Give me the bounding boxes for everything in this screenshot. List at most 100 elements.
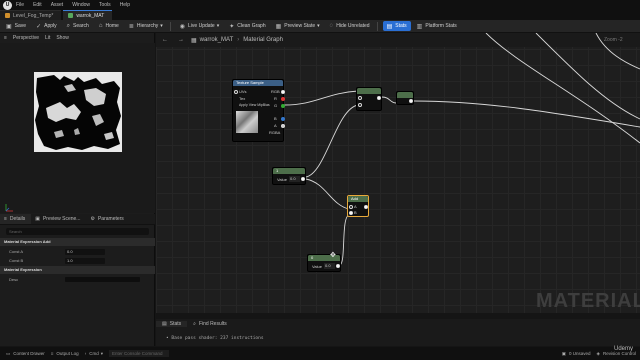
search-button[interactable]: ⌕ Search: [63, 21, 93, 31]
show-button[interactable]: Show: [56, 35, 69, 41]
hide-unrelated-button[interactable]: ◌ Hide Unrelated: [326, 21, 374, 31]
tab-details[interactable]: ≡ Details: [0, 214, 32, 224]
save-label: Save: [14, 23, 27, 29]
multiply-a-pin[interactable]: [358, 96, 362, 100]
section-material-expression-add[interactable]: Material Expression Add: [0, 238, 155, 246]
unreal-logo-icon[interactable]: U: [3, 0, 12, 10]
constant-1-output-pin[interactable]: [301, 177, 305, 181]
add-node[interactable]: Add A B: [347, 195, 369, 217]
a-pin-label: A: [274, 123, 277, 128]
rgb-pin-label: RGB: [271, 89, 280, 94]
perspective-button[interactable]: Perspective: [13, 35, 39, 41]
menu-file[interactable]: File: [16, 2, 24, 8]
constant-2-value-field[interactable]: 0.0: [324, 263, 335, 269]
add-output-pin[interactable]: [364, 205, 368, 209]
multiply-b-pin[interactable]: [358, 103, 362, 107]
hierarchy-button[interactable]: ≣ Hierarchy ▾: [125, 21, 167, 31]
live-update-icon: ◉: [179, 23, 186, 30]
hide-unrelated-label: Hide Unrelated: [336, 23, 370, 29]
multiply-output-pin[interactable]: [377, 96, 381, 100]
preview-viewport[interactable]: [0, 43, 155, 213]
tab-find-results[interactable]: ⌕ Find Results: [187, 321, 233, 327]
add-a-pin[interactable]: [349, 205, 353, 209]
tab-parameters[interactable]: ⚙ Parameters: [86, 214, 129, 224]
a-output-pin[interactable]: [281, 124, 285, 128]
wire-multiply-to-node: [381, 96, 397, 104]
rgb-output-pin[interactable]: [281, 90, 285, 94]
content-drawer-icon: ▭: [6, 350, 11, 356]
content-drawer-label: Content Drawer: [13, 351, 45, 356]
texture-sample-node[interactable]: Texture Sample UVs Tex Apply View MipBia…: [232, 79, 285, 142]
home-button[interactable]: ⌂ Home: [95, 21, 123, 31]
lit-button[interactable]: Lit: [45, 35, 50, 41]
menu-window[interactable]: Window: [72, 2, 90, 8]
const-b-field[interactable]: 1.0: [65, 257, 105, 264]
toolbar: ▣ Save ✓ Apply ⌕ Search ⌂ Home ≣ Hierarchy ▾ ◉…: [0, 20, 640, 33]
material-graph[interactable]: ← → ▦ warrok_MAT › Material Graph Zoom -…: [156, 33, 640, 313]
hierarchy-label: Hierarchy: [136, 23, 159, 29]
parameters-icon: ⚙: [90, 216, 95, 222]
cmd-button[interactable]: › Cmd ▾: [85, 351, 103, 357]
menu-asset[interactable]: Asset: [51, 2, 64, 8]
platform-stats-button[interactable]: ▥ Platform Stats: [413, 21, 461, 31]
tab-stats[interactable]: ▤ Stats: [156, 320, 188, 327]
tab-level[interactable]: Level_Fog_Temp*: [0, 10, 62, 20]
wire-layer: [283, 33, 640, 266]
details-search-input[interactable]: Search: [6, 228, 149, 235]
output-log-button[interactable]: ≡ Output Log: [51, 351, 79, 356]
const-a-label: Const A: [9, 249, 24, 254]
live-update-button[interactable]: ◉ Live Update ▾: [176, 21, 223, 31]
g-pin-label: G: [274, 103, 278, 108]
console-command-input[interactable]: Enter Console Command: [108, 350, 169, 357]
tab-preview-scene[interactable]: ▣ Preview Scene...: [31, 214, 86, 224]
apply-button[interactable]: ✓ Apply: [32, 21, 61, 31]
constant-1-value-field[interactable]: 0.0: [289, 176, 300, 182]
section-material-expression[interactable]: Material Expression: [0, 266, 155, 274]
chevron-down-icon: ▾: [160, 23, 163, 29]
r-pin-label: R: [274, 96, 277, 101]
menu-edit[interactable]: Edit: [33, 2, 42, 8]
g-output-pin[interactable]: [281, 104, 285, 108]
preview-state-button[interactable]: ▦ Preview State ▾: [272, 21, 324, 31]
constant-node-1[interactable]: 1 Value 0.0: [272, 167, 306, 185]
chevron-down-icon: ▾: [216, 23, 220, 29]
viewport-menu-icon[interactable]: ≡: [4, 35, 7, 41]
constant-2-output-pin[interactable]: [336, 264, 340, 268]
stats-button[interactable]: ▤ Stats: [382, 21, 411, 31]
b-pin-label: B: [274, 116, 277, 121]
clean-graph-button[interactable]: ✦ Clean Graph: [225, 21, 269, 31]
add-b-pin[interactable]: [349, 211, 353, 215]
multiply-node[interactable]: [356, 87, 382, 111]
menu-tools[interactable]: Tools: [99, 2, 111, 8]
add-b-label: B: [354, 210, 357, 215]
cmd-icon: ›: [84, 351, 87, 356]
wire-to-output-1: [413, 100, 640, 128]
component-mask-output-pin[interactable]: [409, 99, 413, 103]
component-mask-node[interactable]: [396, 91, 414, 105]
content-drawer-button[interactable]: ▭ Content Drawer: [6, 351, 45, 357]
material-preview-image: [34, 72, 122, 152]
uvs-input-pin[interactable]: [234, 90, 238, 94]
stats-icon: ▤: [386, 23, 393, 30]
tab-find-results-label: Find Results: [198, 320, 227, 327]
chevron-down-icon: ▾: [317, 23, 320, 29]
axis-gizmo-icon: [5, 204, 13, 212]
component-mask-node-header: [397, 92, 413, 98]
wire-rgb-to-multiply: [283, 90, 359, 106]
output-log-label: Output Log: [56, 351, 79, 356]
menu-help[interactable]: Help: [120, 2, 130, 8]
apply-icon: ✓: [36, 23, 42, 30]
save-button[interactable]: ▣ Save: [2, 21, 30, 31]
b-output-pin[interactable]: [281, 117, 285, 121]
tab-material[interactable]: warrok_MAT: [63, 10, 113, 20]
tab-preview-scene-label: Preview Scene...: [42, 216, 81, 222]
const-a-field[interactable]: 0.0: [65, 248, 105, 255]
clean-graph-icon: ✦: [229, 23, 235, 30]
unsaved-button[interactable]: ▣ 0 Unsaved: [562, 351, 591, 357]
viewport-toolbar: ≡ Perspective Lit Show: [0, 33, 155, 43]
r-output-pin[interactable]: [281, 97, 285, 101]
mip-pin-label: Apply View MipBias: [239, 103, 270, 107]
stats-label: Stats: [395, 23, 407, 29]
udemy-watermark: Udemy: [614, 346, 634, 352]
desc-field[interactable]: [65, 277, 140, 282]
